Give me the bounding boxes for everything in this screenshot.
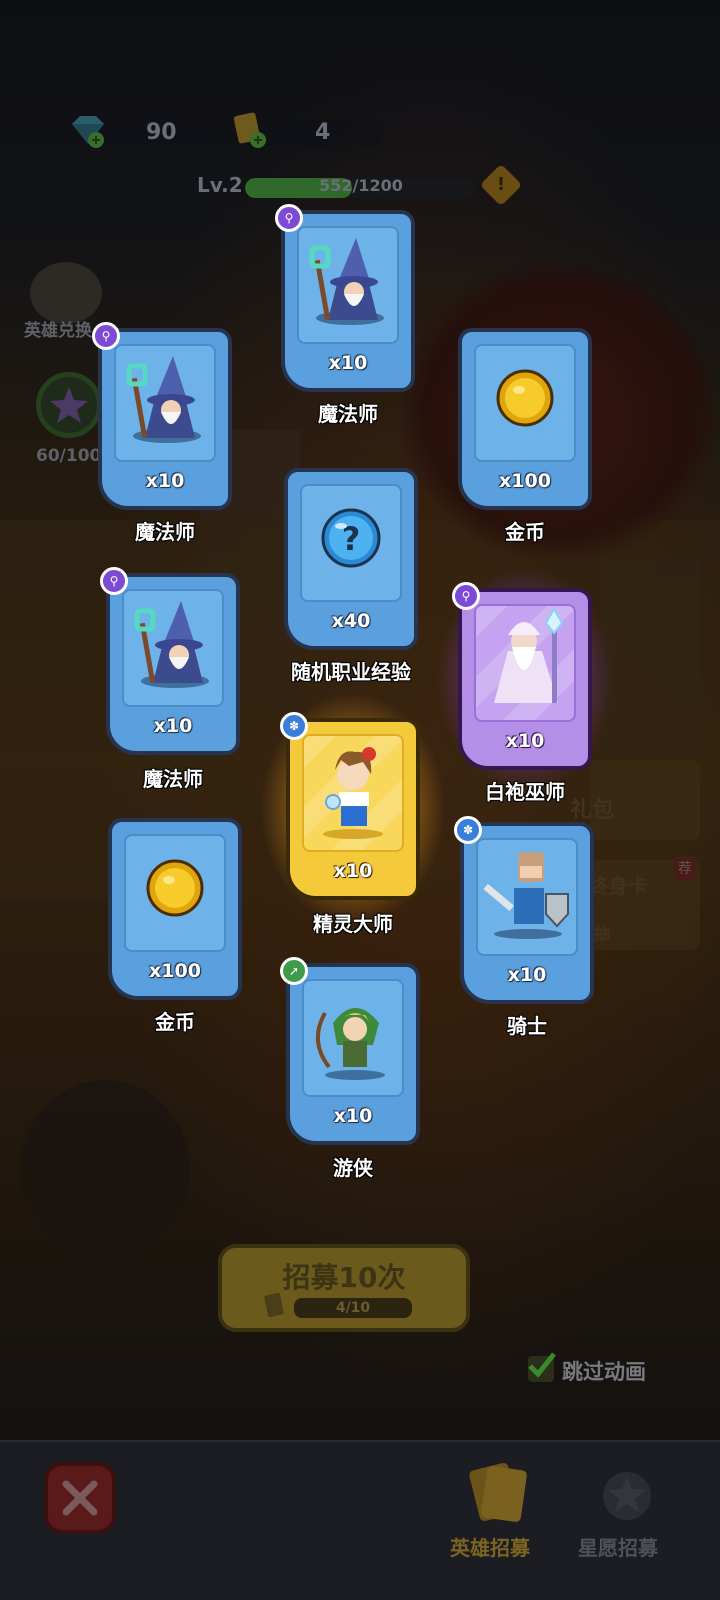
reward-card-wizard-top[interactable]: x10 ⚲: [275, 204, 415, 392]
card-count: x10: [333, 860, 373, 882]
reward-card-white-robe[interactable]: x10 ⚲: [436, 566, 614, 792]
knight-art: [474, 842, 580, 946]
card-count: x10: [333, 1105, 373, 1127]
paw-class-icon: ✽: [280, 712, 308, 740]
star-recruit-tab-icon: [603, 1472, 651, 1520]
card-frame: x10: [98, 328, 232, 510]
magic-class-icon: ⚲: [452, 582, 480, 610]
card-frame: x100: [458, 328, 592, 510]
card-art-panel: [474, 604, 576, 722]
recruit-10-button[interactable]: 招募10次 4/10: [218, 1244, 470, 1332]
card-label: 游侠: [333, 1156, 373, 1180]
gem-icon: [72, 116, 104, 148]
ticket-count: 4: [315, 120, 331, 145]
card-frame: x10: [281, 210, 415, 392]
card-art-panel: [124, 834, 226, 952]
xp-text: 552/1200: [319, 176, 403, 195]
card-frame: x10: [106, 573, 240, 755]
reward-card-random-exp[interactable]: ? x40: [284, 468, 418, 650]
card-frame: x10: [458, 588, 592, 770]
card-count: x40: [331, 610, 371, 632]
reward-card-knight[interactable]: x10 ✽: [454, 816, 594, 1004]
card-count: x10: [153, 715, 193, 737]
card-label: 金币: [505, 520, 545, 544]
magic-class-icon: ⚲: [92, 322, 120, 350]
reward-card-spirit-master[interactable]: x10 ✽: [260, 692, 446, 926]
close-icon: [62, 1480, 98, 1516]
recruit-10-label: 招募10次: [282, 1261, 406, 1294]
magic-class-icon: ⚲: [100, 567, 128, 595]
card-label: 精灵大师: [313, 912, 393, 936]
star-recruit-tab-label: 星愿招募: [578, 1536, 658, 1560]
card-art-panel: ?: [300, 484, 402, 602]
reward-card-gold-right-1[interactable]: x100: [458, 328, 592, 510]
card-label: 金币: [155, 1010, 195, 1034]
card-label: 骑士: [507, 1014, 547, 1038]
card-frame: x10: [286, 718, 420, 900]
card-frame: x10: [460, 822, 594, 1004]
hero-exchange-button[interactable]: [30, 262, 102, 324]
magic-class-icon: ⚲: [275, 204, 303, 232]
star-progress-icon[interactable]: [36, 372, 102, 438]
recruit-ticket-icon: [233, 112, 266, 148]
tab-star-recruit[interactable]: 星愿招募: [578, 1452, 678, 1572]
wizard-art: [123, 595, 223, 695]
card-art-panel: [476, 838, 578, 956]
card-count: x100: [149, 960, 201, 982]
card-label: 白袍巫师: [485, 780, 565, 804]
card-label: 魔法师: [135, 520, 195, 544]
card-art-panel: [474, 344, 576, 462]
level-label: Lv.2: [197, 173, 243, 197]
hero-recruit-tab-label: 英雄招募: [450, 1536, 530, 1560]
card-label: 随机职业经验: [291, 660, 411, 684]
recruit-ticket-icon: [264, 1292, 284, 1318]
gold-coin-icon: [493, 366, 557, 434]
warning-icon[interactable]: !: [479, 163, 523, 207]
card-frame: ? x40: [284, 468, 418, 650]
card-frame: x100: [108, 818, 242, 1000]
reward-card-gold-left[interactable]: x100: [108, 818, 242, 1000]
reward-card-wizard-left-2[interactable]: x10 ⚲: [100, 567, 240, 755]
card-frame: x10: [286, 963, 420, 1145]
check-icon: [528, 1352, 556, 1378]
gem-count: 90: [146, 120, 177, 145]
star-progress-text: 60/100: [36, 446, 102, 466]
card-art-panel: [297, 226, 399, 344]
card-art-panel: [302, 979, 404, 1097]
card-label: 魔法师: [143, 767, 203, 791]
question-orb-icon: ?: [319, 506, 383, 574]
card-art-panel: [302, 734, 404, 852]
card-count: x10: [145, 470, 185, 492]
ranger-art: [303, 983, 403, 1087]
close-button[interactable]: [44, 1462, 116, 1534]
wizard-art: [298, 232, 398, 332]
recruit-progress-text: 4/10: [335, 1300, 371, 1316]
card-count: x100: [499, 470, 551, 492]
card-art-panel: [122, 589, 224, 707]
card-label: 魔法师: [318, 402, 378, 426]
card-count: x10: [507, 964, 547, 986]
card-count: x10: [505, 730, 545, 752]
card-count: x10: [328, 352, 368, 374]
reward-card-ranger[interactable]: x10 ➚: [280, 957, 420, 1145]
white-robe-wizard-art: [472, 605, 578, 715]
card-art-panel: [114, 344, 216, 462]
bow-class-icon: ➚: [280, 957, 308, 985]
skip-animation-label[interactable]: 跳过动画: [562, 1356, 646, 1386]
bottom-tab-bar: 英雄招募 星愿招募: [0, 1440, 720, 1600]
skip-animation-checkbox[interactable]: [528, 1352, 556, 1382]
spirit-master-art: [303, 736, 403, 844]
reward-card-wizard-left-1[interactable]: x10 ⚲: [92, 322, 232, 510]
paw-class-icon: ✽: [454, 816, 482, 844]
gold-coin-icon: [143, 856, 207, 924]
hero-recruit-tab-icon: [469, 1462, 527, 1522]
wizard-art: [115, 350, 215, 450]
hero-exchange-label: 英雄兑换: [24, 321, 92, 341]
tab-hero-recruit[interactable]: 英雄招募: [450, 1452, 540, 1572]
